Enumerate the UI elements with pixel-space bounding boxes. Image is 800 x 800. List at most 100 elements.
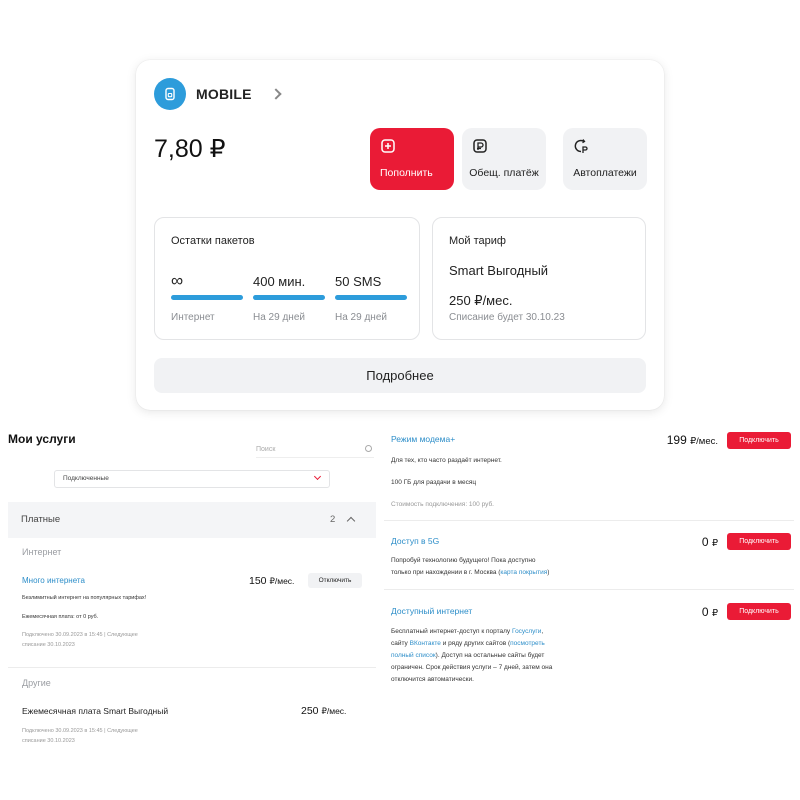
autopay-label: Автоплатежи	[573, 167, 637, 179]
service-desc: полный список). Доступ на остальные сайт…	[391, 650, 544, 662]
service-desc: только при нахождении в г. Москва (карта…	[391, 567, 549, 579]
filter-value: Подключенные	[63, 475, 109, 482]
coverage-map-link[interactable]: карта покрытия	[500, 569, 547, 576]
service-fee: Ежемесячная плата: от 0 руб.	[22, 614, 99, 620]
service-price: 250 ₽/мес.	[301, 705, 346, 717]
service-price-value: 250	[301, 705, 319, 717]
tariff-note: Списание будет 30.10.23	[449, 312, 565, 323]
full-list-link[interactable]: полный список	[391, 652, 436, 659]
service-price: 0 ₽	[640, 605, 718, 619]
connect-button[interactable]: Подключить	[727, 432, 791, 449]
service-desc: отключится автоматически.	[391, 676, 474, 683]
service-price-value: 0	[701, 535, 709, 549]
divider	[8, 667, 376, 668]
autopay-icon	[574, 139, 588, 153]
service-desc: 100 ГБ для раздачи в месяц	[391, 479, 477, 486]
service-connect-cost: Стоимость подключения: 100 руб.	[391, 501, 494, 508]
search-icon	[365, 445, 372, 452]
service-name-link[interactable]: Доступ в 5G	[391, 536, 439, 546]
service-price-unit: ₽/мес.	[690, 436, 718, 447]
services-filter-select[interactable]: Подключенные	[54, 470, 330, 488]
group-label-other: Другие	[22, 678, 51, 688]
connect-button[interactable]: Подключить	[727, 603, 791, 620]
text-span: )	[547, 569, 550, 576]
vkontakte-link[interactable]: ВКонтакте	[410, 640, 441, 647]
service-price-unit: ₽	[711, 608, 718, 619]
service-meta-line1: Подключено 30.09.2023 в 15:45 | Следующе…	[22, 728, 138, 734]
service-price-value: 199	[666, 433, 687, 447]
service-desc: Попробуй технологию будущего! Пока досту…	[391, 557, 536, 564]
packages-title: Остатки пакетов	[171, 235, 255, 247]
service-desc: ограничен. Срок действия услуги – 7 дней…	[391, 664, 553, 671]
service-name-link[interactable]: Режим модема+	[391, 434, 455, 444]
package-sub: На 29 дней	[253, 312, 305, 323]
tariff-title: Мой тариф	[449, 235, 506, 247]
tariff-price: 250 ₽/мес.	[449, 293, 513, 308]
account-header[interactable]: MOBILE	[154, 78, 282, 110]
plus-square-icon	[381, 139, 395, 153]
sim-card-icon	[154, 78, 186, 110]
service-price-unit: ₽/мес.	[321, 706, 347, 716]
packages-box: Остатки пакетов ∞ Интернет 400 мин. На 2…	[154, 217, 420, 340]
service-meta-line2: списание 30.10.2023	[22, 738, 75, 744]
disconnect-button[interactable]: Отключить	[308, 573, 362, 588]
divider	[384, 589, 794, 590]
service-meta-line2: списание 30.10.2023	[22, 642, 75, 648]
service-desc: Безлимитный интернет на популярных тариф…	[22, 595, 147, 601]
chevron-down-icon	[313, 472, 322, 481]
package-bar	[253, 295, 325, 300]
paid-section-header[interactable]: Платные 2	[8, 502, 376, 538]
group-label-internet: Интернет	[22, 547, 62, 557]
package-value: 400 мин.	[253, 274, 306, 289]
promised-payment-button[interactable]: Обещ. платёж	[462, 128, 546, 190]
divider	[384, 520, 794, 521]
package-internet: ∞ Интернет	[171, 271, 243, 323]
text-span: и ряду других сайтов (	[440, 640, 511, 647]
service-desc: Для тех, кто часто раздаёт интернет.	[391, 457, 502, 464]
service-price: 0 ₽	[640, 535, 718, 549]
text-span: ). Доступ на остальные сайты будет	[435, 652, 545, 659]
text-span: только при нахождении в г. Москва (	[391, 569, 501, 576]
top-up-label: Пополнить	[380, 167, 433, 179]
autopay-button[interactable]: Автоплатежи	[563, 128, 647, 190]
service-name-link[interactable]: Доступный интернет	[391, 606, 472, 616]
text-span: сайту	[391, 640, 410, 647]
more-details-button[interactable]: Подробнее	[154, 358, 646, 393]
package-value: 50 SMS	[335, 274, 382, 289]
service-desc: сайту ВКонтакте и ряду других сайтов (по…	[391, 638, 545, 650]
service-price: 199 ₽/мес.	[640, 433, 718, 447]
service-meta-line1: Подключено 30.09.2023 в 15:45 | Следующе…	[22, 632, 138, 638]
chevron-up-icon	[346, 516, 356, 526]
service-price-value: 150	[249, 575, 267, 587]
top-up-button[interactable]: Пополнить	[370, 128, 454, 190]
search-placeholder: Поиск	[256, 446, 276, 453]
paid-count: 2	[330, 514, 336, 525]
gosuslugi-link[interactable]: Госуслуги	[512, 628, 541, 635]
account-name: MOBILE	[196, 86, 252, 102]
package-bar	[171, 295, 243, 300]
service-name: Ежемесячная плата Smart Выгодный	[22, 706, 169, 716]
service-price: 150 ₽/мес.	[249, 575, 294, 587]
package-sub: На 29 дней	[335, 312, 387, 323]
promised-payment-label: Обещ. платёж	[469, 167, 539, 179]
service-price-unit: ₽	[711, 538, 718, 549]
tariff-box[interactable]: Мой тариф Smart Выгодный 250 ₽/мес. Спис…	[432, 217, 646, 340]
service-desc: Бесплатный интернет-доступ к порталу Гос…	[391, 626, 543, 638]
service-price-unit: ₽/мес.	[269, 576, 295, 586]
paid-label: Платные	[21, 514, 61, 525]
account-card: MOBILE 7,80 ₽ Пополнить Обещ. платёж Авт…	[136, 60, 664, 410]
service-name-link[interactable]: Много интернета	[22, 576, 85, 585]
services-title: Мои услуги	[8, 432, 76, 446]
promised-payment-icon	[473, 139, 487, 153]
text-span: Бесплатный интернет-доступ к порталу	[391, 628, 512, 635]
package-value: ∞	[171, 271, 184, 290]
connect-button[interactable]: Подключить	[727, 533, 791, 550]
search-input[interactable]: Поиск	[256, 444, 374, 458]
text-span: ,	[541, 628, 544, 635]
service-price-value: 0	[701, 605, 709, 619]
package-minutes: 400 мин. На 29 дней	[253, 274, 325, 323]
package-bar	[335, 295, 407, 300]
full-list-link[interactable]: посмотреть	[510, 640, 545, 647]
package-sub: Интернет	[171, 312, 215, 323]
chevron-right-icon	[269, 88, 282, 100]
